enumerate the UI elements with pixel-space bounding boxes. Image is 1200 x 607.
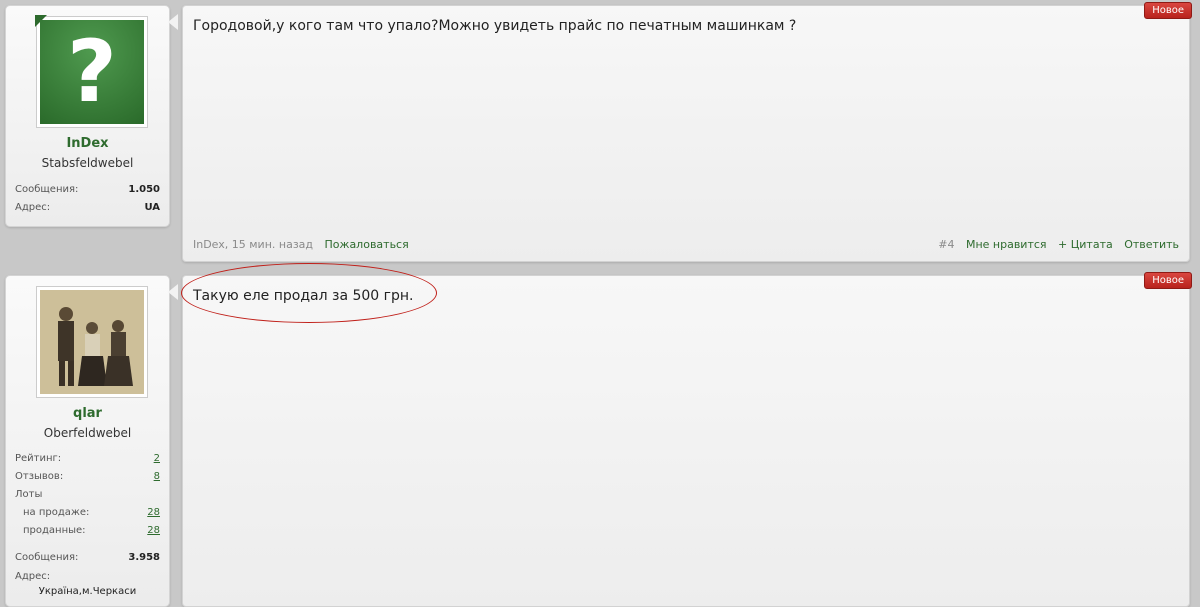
post: ? InDex Stabsfeldwebel Сообщения: 1.050 … [0, 0, 1200, 262]
user-reviews: Отзывов: 8 [15, 471, 160, 482]
post-author-time[interactable]: InDex, 15 мин. назад [193, 238, 313, 251]
post: qlar Oberfeldwebel Рейтинг: 2 Отзывов: 8… [0, 270, 1200, 607]
user-lots-heading: Лоты [15, 489, 43, 500]
user-address: Україна,м.Черкаси [38, 586, 137, 597]
sold-link[interactable]: 28 [147, 525, 160, 536]
user-lots-on-sale: на продаже: 28 [23, 507, 160, 518]
post-arrow [168, 284, 178, 300]
username[interactable]: qlar [6, 406, 169, 421]
quote-link[interactable]: + Цитата [1058, 238, 1113, 251]
user-address-label: Адрес: [15, 571, 51, 582]
post-arrow [168, 14, 178, 30]
user-rating: Рейтинг: 2 [15, 453, 160, 464]
user-messages: Сообщения: 3.958 [15, 552, 160, 563]
rating-link[interactable]: 2 [154, 453, 160, 464]
new-badge: Новое [1144, 272, 1192, 289]
message-body: Новое Такую еле продал за 500 грн. [182, 272, 1192, 607]
message-body: Новое Городовой,у кого там что упало?Мож… [182, 2, 1192, 262]
username[interactable]: InDex [6, 136, 169, 151]
user-info-panel: qlar Oberfeldwebel Рейтинг: 2 Отзывов: 8… [5, 275, 170, 607]
user-messages: Сообщения: 1.050 [15, 184, 160, 195]
report-link[interactable]: Пожаловаться [325, 238, 409, 251]
user-address: Адрес: UA [15, 202, 160, 213]
new-badge: Новое [1144, 2, 1192, 19]
like-link[interactable]: Мне нравится [966, 238, 1047, 251]
user-info-panel: ? InDex Stabsfeldwebel Сообщения: 1.050 … [5, 5, 170, 227]
red-highlight-ellipse [181, 263, 437, 323]
reply-link[interactable]: Ответить [1124, 238, 1179, 251]
user-lots-sold: проданные: 28 [23, 525, 160, 536]
message-text: Городовой,у кого там что упало?Можно уви… [193, 18, 797, 34]
post-actions: #4 Мне нравится + Цитата Ответить [930, 238, 1179, 251]
avatar[interactable] [36, 286, 148, 398]
user-title: Oberfeldwebel [43, 426, 132, 440]
post-number-link[interactable]: #4 [938, 238, 954, 251]
vintage-photo-avatar [40, 290, 144, 394]
question-mark-icon: ? [40, 20, 144, 124]
avatar[interactable]: ? [35, 15, 148, 128]
on-sale-link[interactable]: 28 [147, 507, 160, 518]
post-meta: InDex, 15 мин. назад Пожаловаться [193, 238, 409, 251]
reviews-link[interactable]: 8 [154, 471, 160, 482]
user-title: Stabsfeldwebel [41, 156, 134, 170]
